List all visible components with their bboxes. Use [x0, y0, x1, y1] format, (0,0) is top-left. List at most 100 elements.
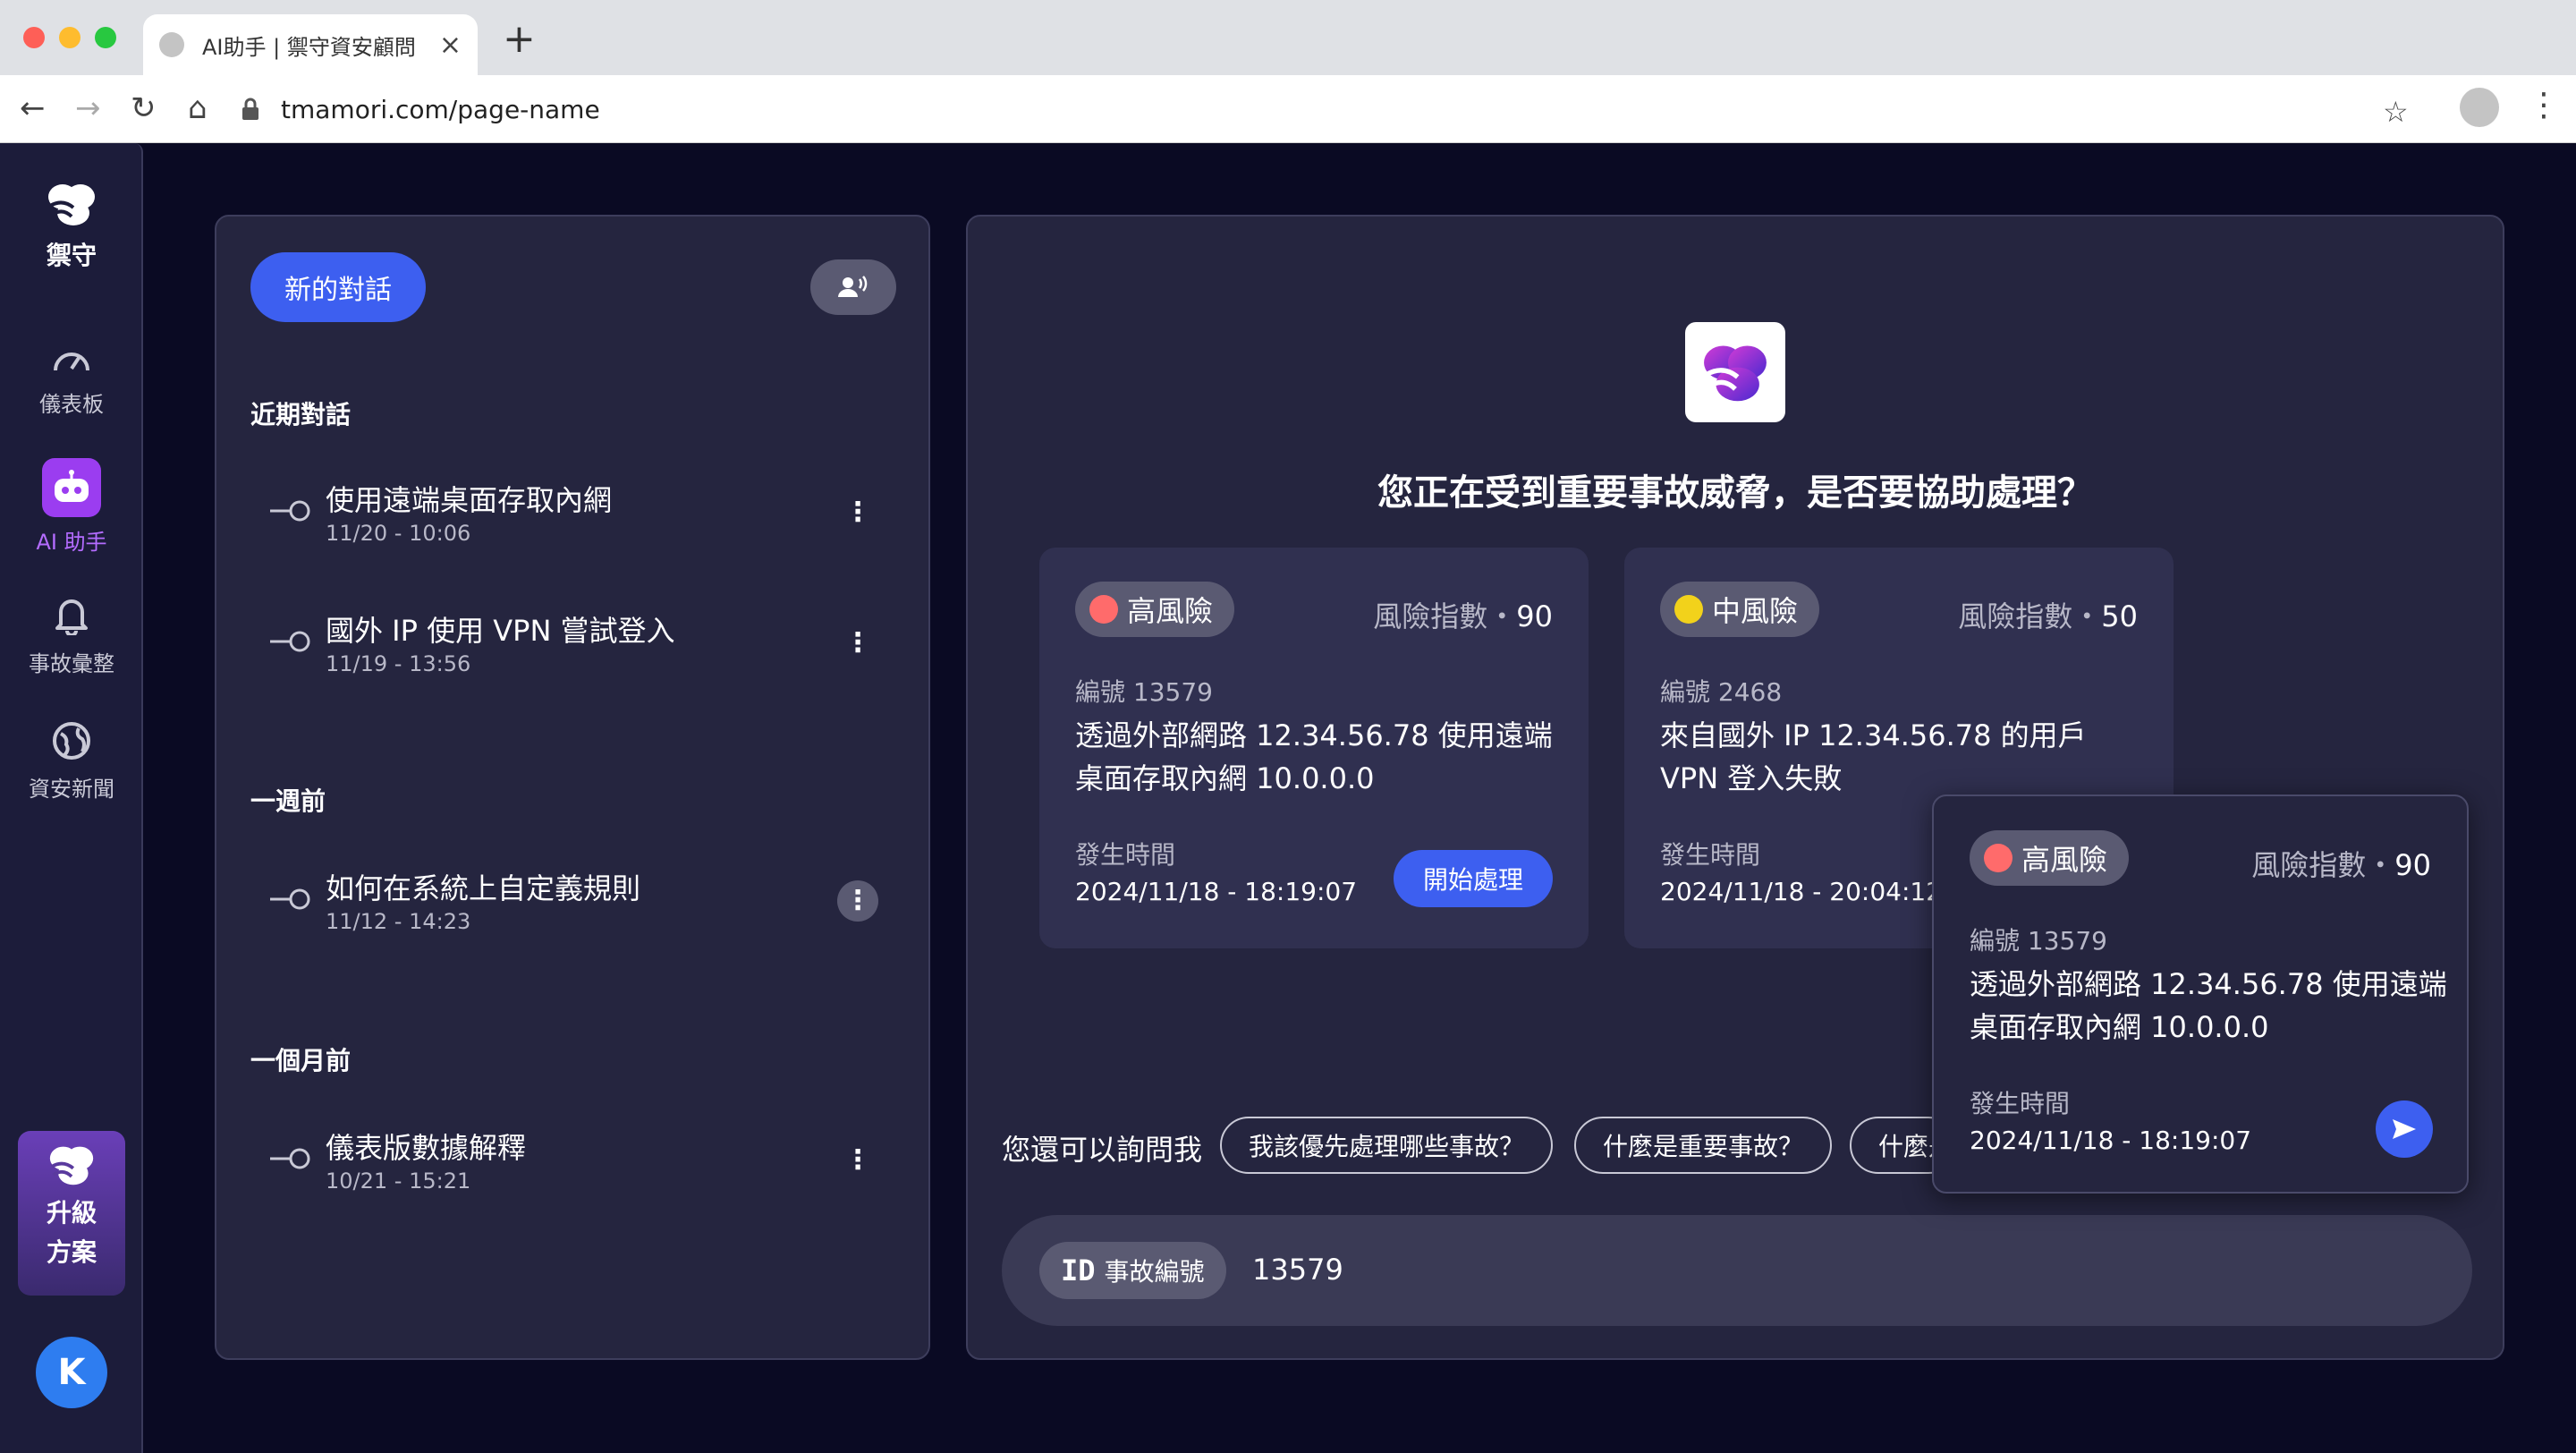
risk-badge: 高風險: [1075, 582, 1235, 637]
lock-icon: [242, 98, 258, 120]
browser-tab[interactable]: AI助手 | 禦守資安顧問 ×: [143, 14, 478, 75]
incident-id: 編號 13579: [1075, 677, 1213, 707]
back-icon[interactable]: ←: [20, 93, 46, 123]
user-avatar[interactable]: K: [36, 1337, 107, 1408]
incident-id-tag-label: 事故編號: [1104, 1257, 1205, 1287]
risk-score-value: 50: [2101, 599, 2138, 633]
conversation-title: 使用遠端桌面存取內網: [326, 483, 613, 517]
section-title: 一個月前: [250, 1046, 352, 1075]
risk-score-label: 風險指數・: [2251, 848, 2395, 882]
window-zoom-button[interactable]: [95, 27, 116, 48]
nav-item-ai-assistant[interactable]: AI 助手: [0, 458, 143, 556]
occurred-time: 2024/11/18 - 20:04:12: [1660, 877, 1943, 906]
more-options-icon[interactable]: ⋮: [837, 880, 878, 922]
more-options-icon[interactable]: ⋮: [837, 1140, 878, 1181]
incident-description: 透過外部網路 12.34.56.78 使用遠端桌面存取內網 10.0.0.0: [1075, 718, 1553, 795]
assistant-logo: [1685, 322, 1785, 422]
url-field[interactable]: tmamori.com/page-name: [240, 88, 2422, 131]
incident-description: 來自國外 IP 12.34.56.78 的用戶 VPN 登入失敗: [1660, 718, 2087, 795]
incident-preview-popup[interactable]: 高風險 風險指數・90 編號 13579 透過外部網路 12.34.56.78 …: [1932, 794, 2469, 1194]
home-icon[interactable]: ⌂: [188, 93, 208, 123]
risk-level: 高風險: [2021, 843, 2108, 877]
new-chat-button[interactable]: 新的對話: [250, 252, 426, 322]
risk-badge: 中風險: [1660, 582, 1820, 637]
globe-icon: [53, 722, 90, 760]
speedometer-icon: [54, 353, 89, 371]
incident-card[interactable]: 高風險 風險指數・90 編號 13579 透過外部網路 12.34.56.78 …: [1039, 548, 1589, 948]
risk-level: 高風險: [1127, 594, 1214, 628]
chat-input-bar: ID 事故編號: [1002, 1215, 2472, 1326]
incident-id: 編號 2468: [1660, 677, 1783, 707]
brand-logo[interactable]: 禦守: [0, 179, 143, 272]
risk-badge: 高風險: [1970, 830, 2130, 886]
brand-mark-icon: [49, 1146, 94, 1185]
risk-level: 中風險: [1712, 594, 1799, 628]
conversation-item[interactable]: 如何在系統上自定義規則 11/12 - 14:23 ⋮: [270, 866, 878, 938]
voice-user-icon: [838, 276, 868, 297]
upgrade-label-line1: 升級: [46, 1198, 97, 1228]
occurred-time: 2024/11/18 - 18:19:07: [1075, 877, 1358, 906]
incident-description: 透過外部網路 12.34.56.78 使用遠端桌面存取內網 10.0.0.0: [1970, 967, 2447, 1044]
bookmark-star-icon[interactable]: ☆: [2383, 95, 2409, 129]
tab-title: AI助手 | 禦守資安顧問: [202, 34, 416, 60]
send-icon: [2393, 1119, 2416, 1139]
voice-chat-button[interactable]: [810, 259, 896, 315]
risk-dot-icon: [1674, 595, 1703, 624]
section-title: 一週前: [250, 786, 326, 816]
browser-menu-icon[interactable]: ⋮: [2528, 89, 2560, 122]
upgrade-plan-button[interactable]: 升級 方案: [18, 1131, 125, 1296]
risk-score-label: 風險指數・: [1373, 599, 1517, 633]
browser-profile-avatar[interactable]: [2460, 88, 2499, 127]
conversation-item[interactable]: 使用遠端桌面存取內網 11/20 - 10:06 ⋮: [270, 478, 878, 549]
window-close-button[interactable]: [23, 27, 45, 48]
brand-mark-icon: [1704, 345, 1767, 402]
risk-score-value: 90: [1516, 599, 1553, 633]
suggestions-label: 您還可以詢問我: [1002, 1133, 1203, 1167]
tab-close-icon[interactable]: ×: [439, 30, 462, 61]
robot-icon: [42, 458, 101, 517]
conversation-date: 11/20 - 10:06: [326, 521, 471, 546]
occurred-time-label: 發生時間: [1075, 840, 1176, 870]
risk-score: 風險指數・50: [1958, 594, 2138, 635]
chat-input[interactable]: [1252, 1253, 1609, 1287]
more-options-icon[interactable]: ⋮: [837, 492, 878, 533]
brand-mark-icon: [48, 184, 95, 225]
url-text: tmamori.com/page-name: [281, 94, 600, 124]
favicon-icon: [159, 32, 184, 57]
conversation-item[interactable]: 儀表版數據解釋 10/21 - 15:21 ⋮: [270, 1126, 878, 1197]
conversation-title: 儀表版數據解釋: [326, 1131, 527, 1165]
nav-label: 事故彙整: [29, 651, 114, 676]
forward-icon[interactable]: →: [75, 93, 101, 123]
conversation-title: 國外 IP 使用 VPN 嘗試登入: [326, 614, 675, 648]
bell-icon: [55, 599, 88, 637]
conversation-date: 10/21 - 15:21: [326, 1168, 471, 1194]
nav-label: 資安新聞: [29, 777, 114, 802]
nav-label: 儀表板: [39, 392, 104, 417]
nav-item-security-news[interactable]: 資安新聞: [0, 721, 143, 803]
window-minimize-button[interactable]: [59, 27, 80, 48]
chat-thread-icon: [270, 500, 310, 522]
address-bar: ← → ↻ ⌂ tmamori.com/page-name ☆: [0, 75, 2576, 143]
risk-score-label: 風險指數・: [1958, 599, 2102, 633]
id-icon: ID: [1061, 1253, 1096, 1287]
conversation-date: 11/12 - 14:23: [326, 909, 471, 934]
upgrade-label-line2: 方案: [46, 1237, 97, 1267]
new-tab-button[interactable]: +: [503, 20, 536, 59]
occurred-time-label: 發生時間: [1660, 840, 1761, 870]
conversation-item[interactable]: 國外 IP 使用 VPN 嘗試登入 11/19 - 13:56 ⋮: [270, 608, 878, 680]
reload-icon[interactable]: ↻: [131, 93, 157, 123]
nav-item-dashboard[interactable]: 儀表板: [0, 344, 143, 418]
suggestion-chip[interactable]: 我該優先處理哪些事故？: [1220, 1117, 1554, 1174]
nav-item-incidents[interactable]: 事故彙整: [0, 594, 143, 677]
send-button[interactable]: [2376, 1100, 2433, 1158]
risk-score: 風險指數・90: [1373, 594, 1553, 635]
suggestion-chip[interactable]: 什麼是重要事故？: [1574, 1117, 1833, 1174]
incident-id-tag[interactable]: ID 事故編號: [1039, 1242, 1226, 1299]
conversation-title: 如何在系統上自定義規則: [326, 871, 641, 905]
more-options-icon[interactable]: ⋮: [837, 623, 878, 664]
incident-id: 編號 13579: [1970, 926, 2107, 956]
occurred-time-label: 發生時間: [1970, 1089, 2071, 1118]
side-navigation: 禦守 儀表板 AI 助手 事故彙整 資安新聞 升級 方案 K: [0, 143, 143, 1453]
chat-thread-icon: [270, 631, 310, 652]
start-handling-button[interactable]: 開始處理: [1394, 850, 1553, 907]
